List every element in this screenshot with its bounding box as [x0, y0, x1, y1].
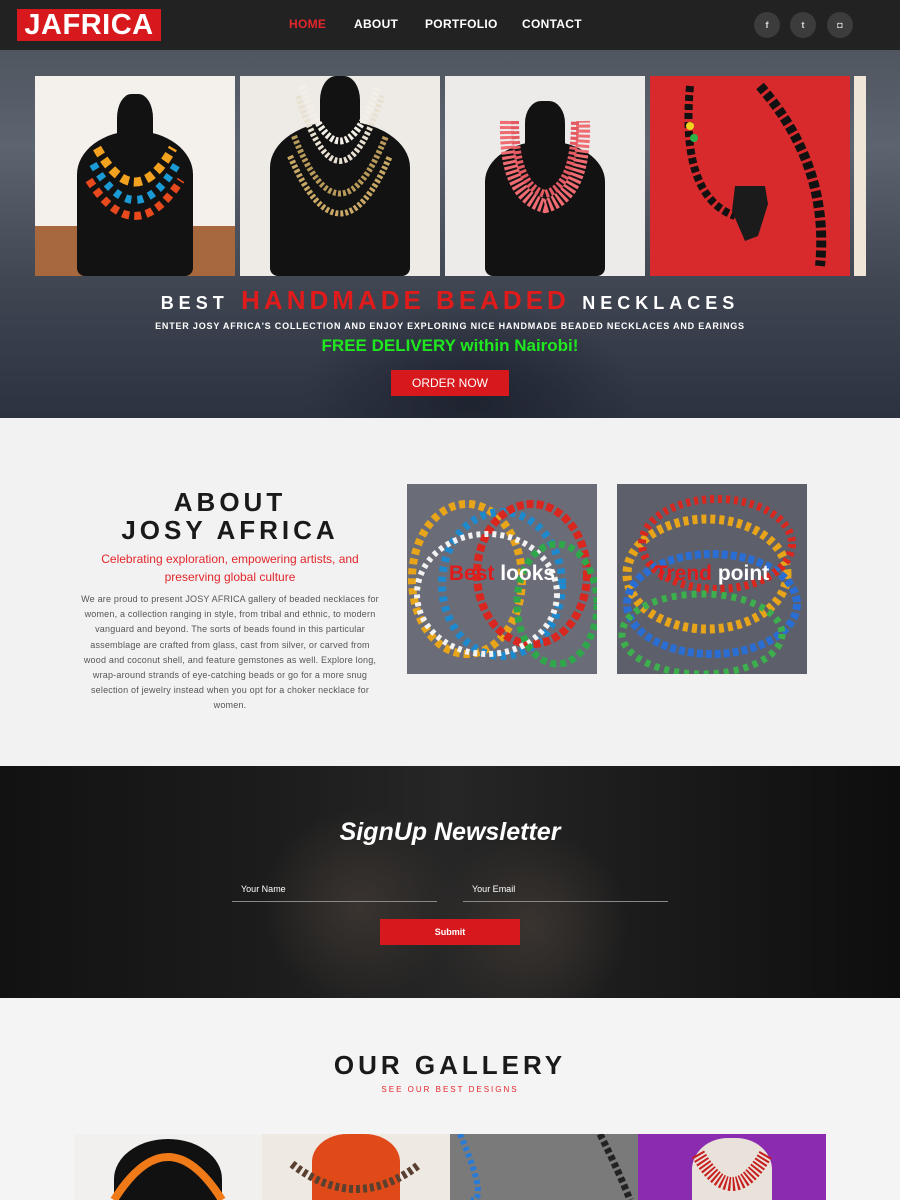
submit-button[interactable]: Submit [380, 919, 520, 945]
best-looks-label: Best looks [407, 562, 597, 586]
nav-about[interactable]: ABOUT [354, 17, 398, 31]
gallery-item[interactable] [638, 1134, 826, 1200]
order-now-button[interactable]: ORDER NOW [391, 370, 509, 396]
best-looks-tile[interactable]: Best looks [407, 484, 597, 674]
about-section: ABOUT JOSY AFRICA Celebrating exploratio… [0, 418, 900, 766]
background-portrait [430, 826, 630, 998]
nav-home[interactable]: HOME [289, 17, 326, 31]
about-title-line1: ABOUT [173, 487, 287, 517]
nav-contact[interactable]: CONTACT [522, 17, 582, 31]
site-logo[interactable]: JAFRICA [17, 9, 161, 41]
top-navbar: JAFRICA HOME ABOUT PORTFOLIO CONTACT f t… [0, 0, 900, 50]
gallery-item[interactable] [74, 1134, 262, 1200]
newsletter-title: SignUp Newsletter [339, 818, 561, 846]
facebook-icon[interactable]: f [754, 12, 780, 38]
nav-portfolio[interactable]: PORTFOLIO [425, 17, 498, 31]
best-looks-white-word: looks [500, 562, 556, 585]
twitter-icon[interactable]: t [790, 12, 816, 38]
newsletter-section: SignUp Newsletter Submit [0, 766, 900, 998]
hero-background [300, 300, 640, 418]
gallery-section: OUR GALLERY SEE OUR BEST DESIGNS [0, 998, 900, 1200]
trend-point-red-word: Trend [654, 562, 713, 585]
about-tagline: Celebrating exploration, empowering arti… [101, 552, 359, 584]
trend-point-white-word: point [717, 562, 770, 585]
hero-slide-1[interactable] [35, 76, 235, 276]
hero-slide-2[interactable] [240, 76, 440, 276]
about-title: ABOUT JOSY AFRICA [80, 488, 380, 544]
gallery-subtitle: SEE OUR BEST DESIGNS [381, 1085, 519, 1094]
hero-slide-3[interactable] [445, 76, 645, 276]
hero-title-highlight: HANDMADE BEADED [241, 285, 570, 315]
hero-title-post: NECKLACES [582, 293, 740, 313]
gallery-title: OUR GALLERY [333, 1050, 567, 1080]
hero-title: BEST HANDMADE BEADED NECKLACES [0, 285, 900, 316]
trend-point-tile[interactable]: Trend point [617, 484, 807, 674]
hero-title-pre: BEST [160, 293, 229, 313]
instagram-icon[interactable]: ◘ [827, 12, 853, 38]
hero-subtitle: ENTER JOSY AFRICA'S COLLECTION AND ENJOY… [155, 321, 745, 331]
about-title-line2: JOSY AFRICA [121, 515, 339, 545]
about-description: We are proud to present JOSY AFRICA gall… [81, 594, 379, 711]
gallery-item[interactable] [262, 1134, 450, 1200]
hero-slide-5-peek[interactable] [854, 76, 866, 276]
email-field[interactable] [463, 876, 668, 902]
gallery-item[interactable] [450, 1134, 638, 1200]
hero-section: JAFRICA HOME ABOUT PORTFOLIO CONTACT f t… [0, 0, 900, 418]
hero-slide-4[interactable] [650, 76, 850, 276]
free-delivery-text: FREE DELIVERY within Nairobi! [321, 336, 579, 355]
trend-point-label: Trend point [617, 562, 807, 586]
best-looks-red-word: Best [448, 562, 495, 585]
name-field[interactable] [232, 876, 437, 902]
